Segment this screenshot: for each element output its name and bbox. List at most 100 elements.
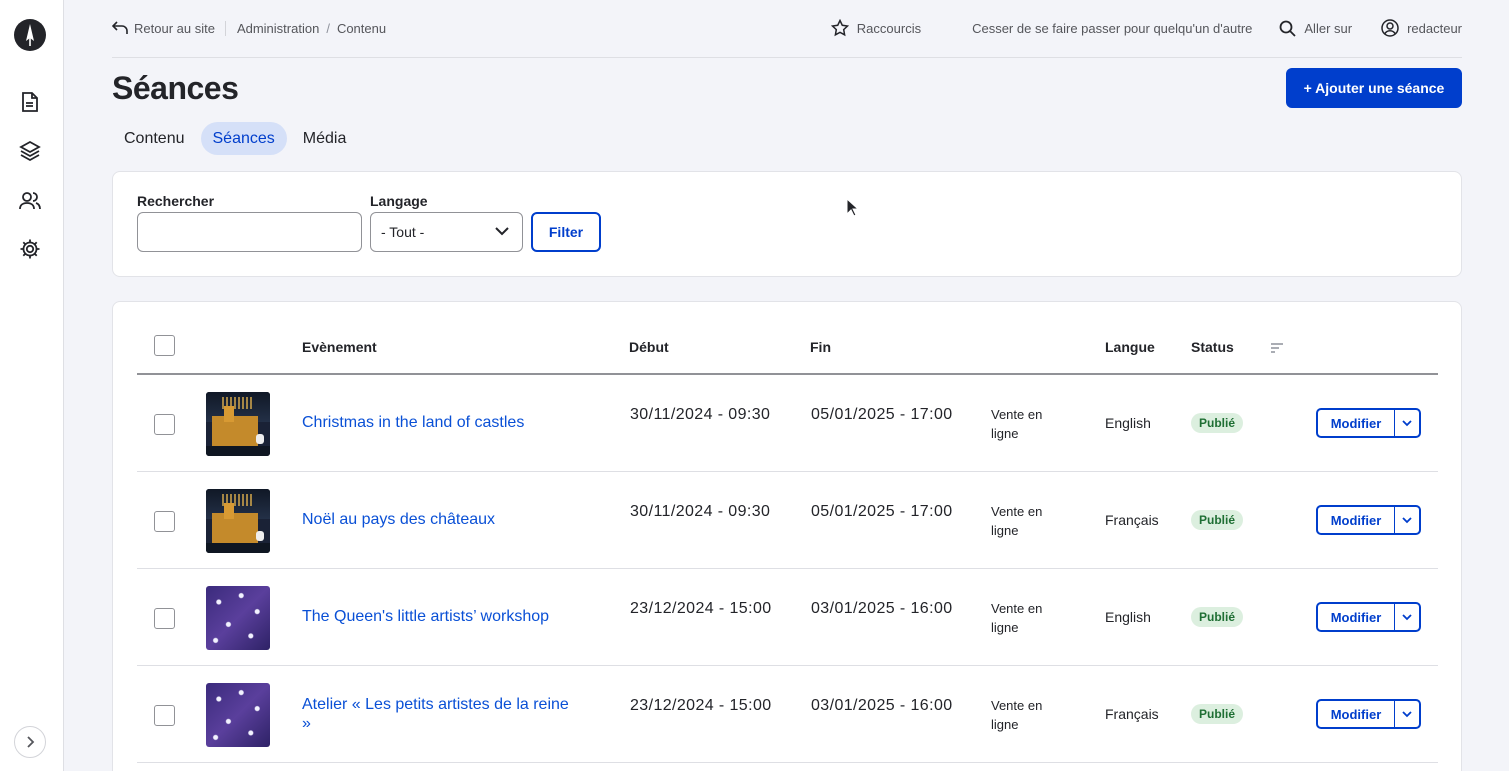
breadcrumb: Retour au site Administration / Contenu [112,17,386,39]
tabs: Contenu Séances Média [112,122,358,155]
status-badge: Publié [1191,607,1244,627]
column-event[interactable]: Evènement [302,339,377,355]
start-date: 23/12/2024 - 15:00 [630,697,772,714]
gear-icon[interactable] [18,237,42,261]
end-date: 05/01/2025 - 17:00 [811,503,953,520]
go-to-label: Aller sur [1304,20,1353,36]
language-value: Français [1105,706,1159,722]
edit-button[interactable]: Modifier [1318,701,1395,727]
breadcrumb-separator: / [326,20,330,36]
top-toolbar: Retour au site Administration / Contenu … [112,0,1462,58]
event-thumbnail [206,489,270,553]
mouse-cursor-icon [846,198,858,217]
table-row: Atelier « Les petits artistes de la rein… [137,666,1438,763]
stop-impersonating-label: Cesser de se faire passer pour quelqu'un… [972,20,1253,36]
chevron-down-icon [1402,710,1412,717]
add-seance-button[interactable]: + Ajouter une séance [1286,68,1462,108]
column-language[interactable]: Langue [1105,339,1155,355]
breadcrumb-contenu[interactable]: Contenu [337,21,386,36]
sale-type: Vente en ligne [991,601,1043,635]
page-title: Séances [112,70,239,106]
shortcuts-label: Raccourcis [856,20,922,36]
edit-button[interactable]: Modifier [1318,507,1395,533]
sort-icon[interactable] [1270,342,1284,354]
event-title-link[interactable]: Christmas in the land of castles [302,413,582,432]
tab-seances[interactable]: Séances [200,122,287,155]
sale-type: Vente en ligne [991,504,1043,538]
content-icon[interactable] [18,90,42,114]
more-actions-toggle[interactable] [1395,507,1419,533]
seances-table: Evènement Début Fin Langue Status Christ… [112,301,1462,771]
shortcuts-button[interactable]: Raccourcis [830,19,922,37]
return-arrow-icon [112,21,128,34]
more-actions-toggle[interactable] [1395,604,1419,630]
status-badge: Publié [1191,704,1244,724]
table-row: Noël au pays des châteaux 30/11/2024 - 0… [137,472,1438,569]
event-title-link[interactable]: The Queen's little artists’ workshop [302,607,582,626]
language-value: Français [1105,512,1159,528]
search-icon [1279,20,1297,37]
table-header: Evènement Début Fin Langue Status [137,326,1438,375]
column-end[interactable]: Fin [810,339,831,355]
filter-form: Rechercher Langage - Tout - Filter [112,171,1462,277]
back-to-site-link[interactable]: Retour au site [112,20,226,36]
language-select[interactable]: - Tout - [370,212,523,252]
sidebar [0,0,64,771]
event-thumbnail [206,392,270,456]
language-value: English [1105,415,1151,431]
language-value: English [1105,609,1151,625]
people-icon[interactable] [18,189,42,213]
tab-media[interactable]: Média [291,122,359,155]
select-all-checkbox[interactable] [154,335,175,356]
row-checkbox[interactable] [154,414,175,435]
event-thumbnail [206,586,270,650]
row-checkbox[interactable] [154,608,175,629]
toolbar-right: Raccourcis Cesser de se faire passer pou… [830,17,1462,39]
sale-type: Vente en ligne [991,698,1043,732]
chevron-down-icon [1402,516,1412,523]
column-start[interactable]: Début [629,339,669,355]
start-date: 30/11/2024 - 09:30 [630,406,771,423]
chevron-down-icon [1402,419,1412,426]
event-title-link[interactable]: Noël au pays des châteaux [302,510,582,529]
structure-icon[interactable] [18,139,42,163]
table-row: Christmas in the land of castles 30/11/2… [137,375,1438,472]
breadcrumb-administration[interactable]: Administration [237,21,319,36]
language-label: Langage [370,193,428,209]
table-row: The Queen's little artists’ workshop 23/… [137,569,1438,666]
chevron-down-icon [495,227,509,236]
drupal-logo-icon[interactable] [14,19,46,51]
star-icon [830,19,849,37]
user-menu[interactable]: redacteur [1381,19,1462,37]
language-select-value: - Tout - [381,224,425,240]
more-actions-toggle[interactable] [1395,701,1419,727]
end-date: 03/01/2025 - 16:00 [811,600,953,617]
edit-button[interactable]: Modifier [1318,604,1395,630]
stop-impersonating-link[interactable]: Cesser de se faire passer pour quelqu'un… [972,21,1252,36]
start-date: 30/11/2024 - 09:30 [630,503,771,520]
edit-dropbutton: Modifier [1316,408,1421,438]
event-thumbnail [206,683,270,747]
edit-dropbutton: Modifier [1316,505,1421,535]
back-to-site-label: Retour au site [134,20,215,36]
end-date: 03/01/2025 - 16:00 [811,697,953,714]
user-icon [1381,19,1399,37]
column-status[interactable]: Status [1191,339,1234,355]
event-title-link[interactable]: Atelier « Les petits artistes de la rein… [302,695,572,733]
status-badge: Publié [1191,510,1244,530]
sale-type: Vente en ligne [991,407,1043,441]
expand-sidebar-button[interactable] [14,726,46,758]
edit-button[interactable]: Modifier [1318,410,1395,436]
filter-button[interactable]: Filter [531,212,601,252]
search-label: Rechercher [137,193,215,209]
start-date: 23/12/2024 - 15:00 [630,600,772,617]
status-badge: Publié [1191,413,1244,433]
go-to-button[interactable]: Aller sur [1279,20,1352,37]
more-actions-toggle[interactable] [1395,410,1419,436]
row-checkbox[interactable] [154,511,175,532]
search-input[interactable] [137,212,362,252]
chevron-down-icon [1402,613,1412,620]
tab-contenu[interactable]: Contenu [112,122,197,155]
end-date: 05/01/2025 - 17:00 [811,406,953,423]
row-checkbox[interactable] [154,705,175,726]
